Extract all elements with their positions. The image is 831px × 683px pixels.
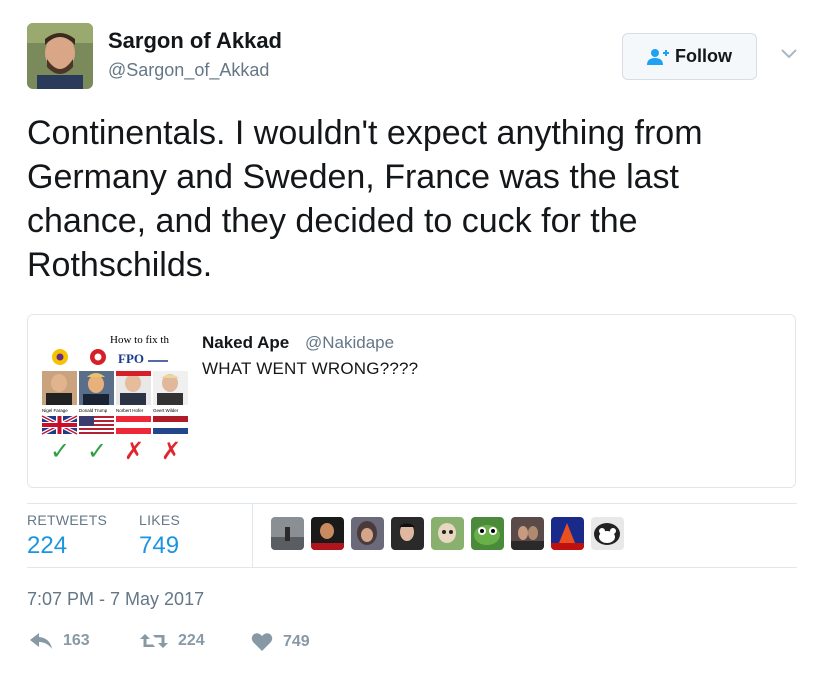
likers-avatar-list bbox=[271, 517, 624, 553]
image-title: How to fix th bbox=[110, 334, 169, 346]
mark-0: ✓ bbox=[50, 438, 70, 461]
liker-avatar[interactable] bbox=[271, 517, 304, 550]
tweet-text: Continentals. I wouldn't expect anything… bbox=[27, 114, 703, 284]
reply-count: 163 bbox=[63, 632, 90, 649]
liker-avatar[interactable] bbox=[591, 517, 624, 550]
liker-avatar[interactable] bbox=[511, 517, 544, 550]
retweet-button[interactable]: 224 bbox=[140, 632, 205, 650]
portrait-hofer bbox=[116, 371, 151, 405]
quoted-display-name[interactable]: Naked Ape bbox=[202, 333, 289, 353]
follow-button[interactable]: Follow bbox=[622, 33, 757, 80]
retweets-count[interactable]: 224 bbox=[27, 532, 67, 560]
austria-flag-icon bbox=[116, 416, 151, 434]
user-display-name[interactable]: Sargon of Akkad bbox=[108, 28, 282, 54]
retweet-count: 224 bbox=[178, 632, 205, 649]
heart-icon bbox=[251, 633, 273, 651]
add-user-icon bbox=[647, 48, 669, 65]
mark-3: ✗ bbox=[161, 438, 181, 461]
tweet-timestamp[interactable]: 7:07 PM - 7 May 2017 bbox=[27, 589, 204, 610]
mark-2: ✗ bbox=[124, 438, 144, 461]
caption-2: Norbert Hofer bbox=[116, 408, 144, 413]
liker-avatar[interactable] bbox=[311, 517, 344, 550]
quoted-tweet-text: WHAT WENT WRONG???? bbox=[202, 359, 419, 378]
liker-avatar[interactable] bbox=[431, 517, 464, 550]
caption-0: Nigel Farage bbox=[42, 408, 68, 413]
follow-label: Follow bbox=[675, 46, 732, 66]
user-handle[interactable]: @Sargon_of_Akkad bbox=[108, 60, 269, 81]
chevron-down-icon[interactable] bbox=[778, 42, 800, 64]
caption-1: Donald Trump bbox=[79, 408, 108, 413]
retweet-icon bbox=[140, 634, 168, 648]
uk-flag-icon bbox=[41, 414, 78, 436]
portrait-farage bbox=[42, 371, 77, 405]
liker-avatar[interactable] bbox=[391, 517, 424, 550]
quoted-tweet-image[interactable]: How to fix th FPO Nigel Farage Donald Tr… bbox=[40, 327, 190, 465]
user-avatar[interactable] bbox=[27, 23, 93, 89]
stats-divider-bottom bbox=[27, 567, 797, 568]
stats-divider-top bbox=[27, 503, 797, 504]
reply-icon bbox=[30, 633, 52, 649]
likes-label[interactable]: LIKES bbox=[139, 512, 180, 528]
quoted-handle[interactable]: @Nakidape bbox=[305, 333, 394, 353]
netherlands-flag-icon bbox=[153, 416, 188, 434]
liker-avatar[interactable] bbox=[351, 517, 384, 550]
retweets-label[interactable]: RETWEETS bbox=[27, 512, 107, 528]
fpo-label: FPO bbox=[118, 351, 144, 366]
portrait-trump bbox=[79, 371, 114, 405]
liker-avatar[interactable] bbox=[471, 517, 504, 550]
mark-1: ✓ bbox=[87, 438, 107, 461]
portrait-wilders bbox=[153, 371, 188, 405]
reply-button[interactable]: 163 bbox=[29, 632, 90, 650]
likes-count[interactable]: 749 bbox=[139, 532, 179, 560]
like-count: 749 bbox=[283, 633, 310, 650]
caption-3: Geert Wilder bbox=[153, 408, 179, 413]
like-button[interactable]: 749 bbox=[251, 632, 310, 652]
us-flag-icon bbox=[79, 416, 114, 434]
liker-avatar[interactable] bbox=[551, 517, 584, 550]
stats-divider-vertical bbox=[252, 504, 253, 567]
